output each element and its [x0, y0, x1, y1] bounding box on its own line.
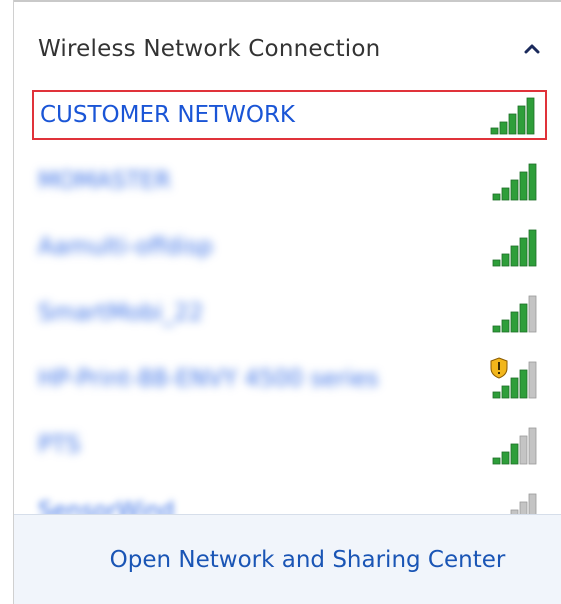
network-name: CUSTOMER NETWORK	[40, 102, 296, 128]
network-name: SensorWind	[38, 498, 175, 514]
footer-bar: Open Network and Sharing Center	[14, 514, 561, 604]
wifi-signal-icon	[489, 158, 541, 204]
wireless-section-header[interactable]: Wireless Network Connection	[14, 24, 561, 74]
wifi-signal-icon	[489, 224, 541, 270]
network-item[interactable]: HP-Print-88-ENVY 4500 series	[32, 354, 547, 404]
chevron-up-icon[interactable]	[523, 40, 541, 58]
network-name: HP-Print-88-ENVY 4500 series	[38, 366, 379, 392]
network-item[interactable]: SensorWind	[32, 486, 547, 514]
network-list: CUSTOMER NETWORK MOMASTER Aamulti-offdisp S…	[14, 84, 561, 514]
flyout-top-border	[14, 0, 561, 10]
network-item[interactable]: SmartMobi_22	[32, 288, 547, 338]
wifi-signal-icon	[489, 290, 541, 336]
network-name: SmartMobi_22	[38, 300, 204, 326]
network-item[interactable]: MOMASTER	[32, 156, 547, 206]
network-item[interactable]: PTS	[32, 420, 547, 470]
section-title: Wireless Network Connection	[38, 36, 381, 62]
network-flyout: Wireless Network Connection CUSTOMER NET…	[0, 0, 561, 604]
wifi-signal-icon	[489, 422, 541, 468]
wifi-signal-icon	[489, 488, 541, 514]
open-network-sharing-center-link[interactable]: Open Network and Sharing Center	[110, 547, 506, 573]
network-name: PTS	[38, 432, 81, 458]
network-item[interactable]: CUSTOMER NETWORK	[32, 90, 547, 140]
security-shield-icon	[490, 357, 508, 379]
wifi-signal-icon	[487, 92, 539, 138]
network-name: Aamulti-offdisp	[38, 234, 213, 260]
wifi-signal-icon	[489, 356, 541, 402]
network-item[interactable]: Aamulti-offdisp	[32, 222, 547, 272]
network-name: MOMASTER	[38, 168, 171, 194]
